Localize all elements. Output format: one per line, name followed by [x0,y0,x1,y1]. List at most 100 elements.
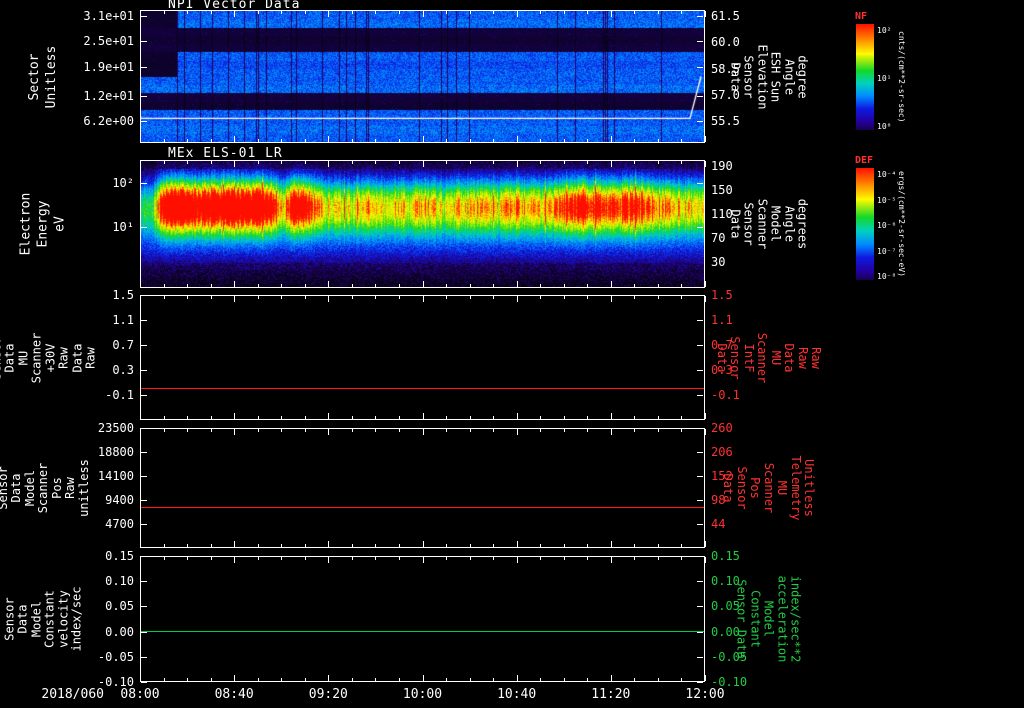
tick-mark [697,476,703,477]
tick-mark [140,413,141,419]
tick-mark [210,139,212,142]
tick-mark [210,416,212,419]
tick-mark [422,541,424,547]
tick-mark [610,675,612,681]
tick-mark [141,295,147,296]
tick-mark [351,139,353,142]
tick-mark [257,678,259,681]
tick-mark [705,675,706,681]
mu-scanner-30v-panel [140,295,705,420]
tick-mark [304,678,306,681]
tick-mark [351,557,353,560]
tick-mark [422,281,424,287]
tick-mark [493,429,495,432]
tick-mark [587,557,589,560]
tick-mark [657,416,659,419]
tick-mark [697,320,703,321]
y-tick-label-right: 30 [711,255,726,270]
tick-mark [187,139,189,142]
tick-mark [493,284,495,287]
tick-mark [234,675,236,681]
tick-mark [634,557,636,560]
tick-mark [705,413,706,419]
tick-mark [697,295,703,296]
tick-mark [141,41,147,43]
tick-mark [705,557,706,563]
tick-mark [141,606,147,608]
tick-mark [351,678,353,681]
axis-label-text: degrees Angle Model Scanner Sensor Data [728,198,810,250]
axis-label-text: Sensor Data MU Scanner +30V Raw Data Raw [0,332,98,383]
tick-mark [140,541,141,547]
tick-mark [587,678,589,681]
tick-mark [422,429,424,435]
tick-mark [304,544,306,547]
tick-mark [697,96,703,98]
tick-mark [697,120,703,122]
tick-mark [141,120,147,122]
tick-mark [697,428,703,429]
tick-mark [141,395,147,396]
tick-mark [657,161,659,164]
tick-mark [493,11,495,14]
tick-mark [493,139,495,142]
tick-mark [540,416,542,419]
tick-mark [257,296,259,299]
tick-mark [163,139,165,142]
tick-mark [163,296,165,299]
tick-mark [187,557,189,560]
tick-mark [681,678,683,681]
tick-mark [210,544,212,547]
tick-mark [281,557,283,560]
tick-mark [681,416,683,419]
tick-mark [634,678,636,681]
tick-mark [634,161,636,164]
tick-mark [469,678,471,681]
tick-mark [697,656,703,658]
tick-mark [587,161,589,164]
tick-mark [281,416,283,419]
tick-mark [163,161,165,164]
y-tick-label-left: -0.1 [105,388,134,402]
tick-mark [210,557,212,560]
tick-mark [587,284,589,287]
tick-mark [141,581,147,583]
tick-mark [516,675,518,681]
tick-mark [493,544,495,547]
tick-mark [697,581,703,583]
tick-mark [697,41,703,43]
tick-mark [328,281,330,287]
tick-mark [351,429,353,432]
tick-mark [469,544,471,547]
tick-mark [563,139,565,142]
tick-mark [234,11,236,17]
tick-mark [304,296,306,299]
tick-mark [657,11,659,14]
tick-mark [141,66,147,68]
tick-mark [257,161,259,164]
tick-mark [281,429,283,432]
tick-mark [398,161,400,164]
nf-colorbar-label: NF [855,11,868,22]
tick-mark [141,682,147,683]
tick-mark [563,284,565,287]
tick-mark [540,161,542,164]
tick-mark [375,544,377,547]
tick-mark [141,226,147,228]
tick-mark [141,631,147,633]
x-tick-label: 12:00 [685,687,725,702]
colorbar-tick-label: 10² [877,26,892,35]
y-tick-label-left: 18800 [97,445,134,459]
tick-mark [681,139,683,142]
y-tick-label-left: 0.15 [105,549,134,563]
tick-mark [493,296,495,299]
els-spectrogram-panel [140,160,705,288]
tick-mark [140,136,141,142]
tick-mark [540,544,542,547]
tick-mark [398,139,400,142]
tick-mark [141,476,147,477]
y-tick-label-left: 1.5 [112,288,134,302]
colorbar-tick-label: 10⁻⁷ [877,246,897,256]
tick-mark [446,557,448,560]
tick-mark [140,557,141,563]
